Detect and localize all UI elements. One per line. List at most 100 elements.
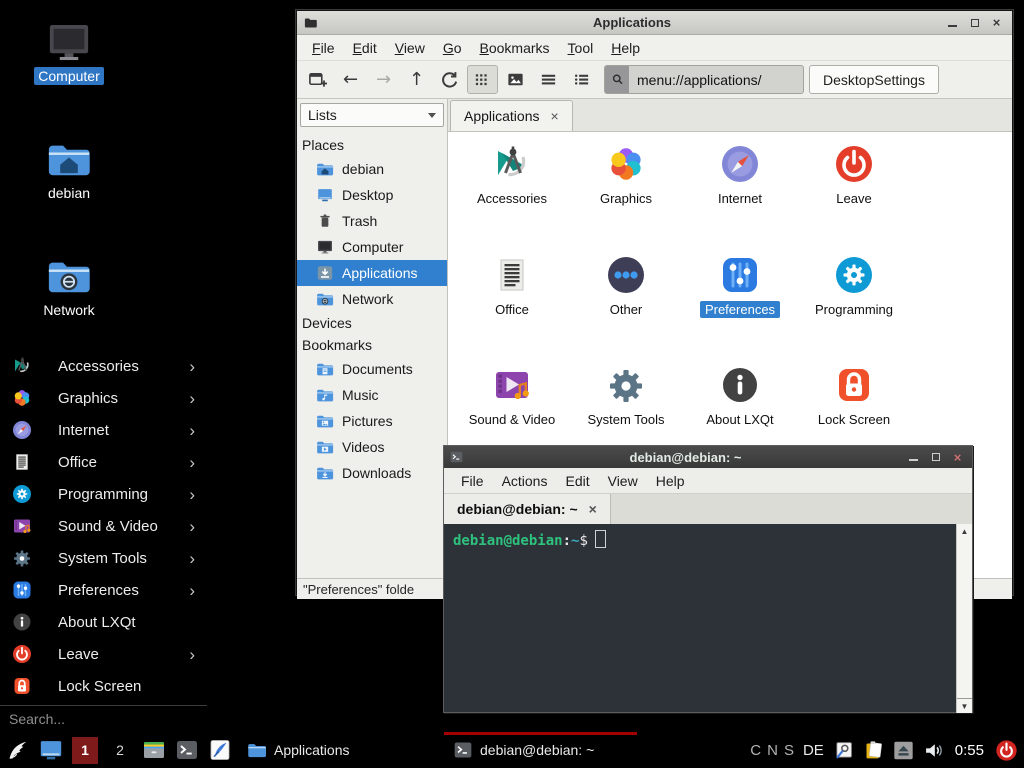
lxqt-logo-icon[interactable] — [6, 738, 30, 762]
menu-file[interactable]: File — [452, 471, 493, 491]
menu-item-lock-screen[interactable]: Lock Screen — [0, 670, 207, 702]
detailed-view-button[interactable] — [566, 65, 597, 94]
category-item-graphics[interactable]: Graphics — [569, 144, 683, 208]
cat-soundvideo-icon — [12, 516, 32, 536]
thumbnail-view-button[interactable] — [500, 65, 531, 94]
sidebar-item-music[interactable]: Music — [297, 382, 447, 408]
back-button[interactable]: ← — [335, 65, 366, 94]
launcher-file-manager-icon[interactable] — [142, 738, 166, 762]
sidebar-item-downloads[interactable]: Downloads — [297, 460, 447, 486]
category-item-office[interactable]: Office — [455, 255, 569, 319]
tray-eject-icon[interactable] — [893, 740, 914, 761]
menu-item-programming[interactable]: Programming› — [0, 478, 207, 510]
menu-bookmarks[interactable]: Bookmarks — [471, 38, 559, 58]
terminal-titlebar[interactable]: debian@debian: ~ × — [444, 446, 972, 468]
category-item-lock-screen[interactable]: Lock Screen — [797, 365, 911, 429]
forward-button[interactable]: → — [368, 65, 399, 94]
terminal-minimize-button[interactable] — [907, 451, 920, 464]
terminal-scrollbar[interactable]: ▲ ▼ — [956, 524, 972, 713]
reload-button[interactable] — [434, 65, 465, 94]
menu-item-internet[interactable]: Internet› — [0, 414, 207, 446]
category-item-label: System Tools — [582, 411, 669, 429]
up-button[interactable]: ↑ — [401, 65, 432, 94]
desktop-settings-button[interactable]: DesktopSettings — [809, 65, 939, 94]
sidebar-item-label: debian — [342, 161, 384, 177]
workspace-1[interactable]: 1 — [72, 737, 98, 764]
tab-applications[interactable]: Applications × — [450, 100, 573, 131]
power-button-icon[interactable] — [995, 739, 1018, 762]
sidebar-item-trash[interactable]: Trash — [297, 208, 447, 234]
menu-edit[interactable]: Edit — [344, 38, 386, 58]
display-icon[interactable] — [39, 738, 63, 762]
icon-view-button[interactable] — [467, 65, 498, 94]
category-item-other[interactable]: Other — [569, 255, 683, 319]
menu-item-graphics[interactable]: Graphics› — [0, 382, 207, 414]
category-item-preferences[interactable]: Preferences — [683, 255, 797, 319]
tray-volume-icon[interactable] — [923, 740, 944, 761]
status-text: "Preferences" folde — [303, 582, 414, 597]
terminal-tab-close-icon[interactable]: × — [589, 502, 597, 516]
sidebar-item-network[interactable]: Network — [297, 286, 447, 312]
menu-actions[interactable]: Actions — [493, 471, 557, 491]
category-item-sound-video[interactable]: Sound & Video — [455, 365, 569, 429]
terminal-screen[interactable]: debian@debian:~$ — [444, 524, 956, 713]
menu-tool[interactable]: Tool — [559, 38, 603, 58]
fm-address-bar[interactable]: menu://applications/ — [604, 65, 804, 94]
task-button-debian-debian[interactable]: debian@debian: ~ — [444, 732, 637, 768]
sidebar-mode-select[interactable]: Lists — [300, 103, 444, 127]
cat-preferences-icon — [720, 255, 760, 295]
menu-file[interactable]: File — [303, 38, 344, 58]
menu-item-leave[interactable]: Leave› — [0, 638, 207, 670]
new-tab-button[interactable] — [302, 65, 333, 94]
desktop-icon-debian[interactable]: debian — [26, 137, 112, 221]
sidebar-item-desktop[interactable]: Desktop — [297, 182, 447, 208]
tab-close-icon[interactable]: × — [551, 109, 559, 123]
sidebar-item-debian[interactable]: debian — [297, 156, 447, 182]
terminal-tab[interactable]: debian@debian: ~ × — [444, 494, 611, 524]
category-item-programming[interactable]: Programming — [797, 255, 911, 319]
compact-view-button[interactable] — [533, 65, 564, 94]
terminal-close-button[interactable]: × — [951, 451, 964, 464]
fm-maximize-button[interactable] — [968, 16, 981, 29]
menu-item-system-tools[interactable]: System Tools› — [0, 542, 207, 574]
menu-item-accessories[interactable]: Accessories› — [0, 350, 207, 382]
desktop-icon-network[interactable]: Network — [26, 254, 112, 338]
menu-go[interactable]: Go — [434, 38, 471, 58]
sidebar-item-computer[interactable]: Computer — [297, 234, 447, 260]
menu-item-preferences[interactable]: Preferences› — [0, 574, 207, 606]
menu-item-office[interactable]: Office› — [0, 446, 207, 478]
clock[interactable]: 0:55 — [955, 742, 984, 759]
menu-help[interactable]: Help — [647, 471, 694, 491]
sidebar-item-applications[interactable]: Applications — [297, 260, 447, 286]
tray-screenshot-icon[interactable] — [833, 740, 854, 761]
category-item-leave[interactable]: Leave — [797, 144, 911, 208]
workspace-2[interactable]: 2 — [107, 737, 133, 764]
fm-close-button[interactable]: × — [990, 16, 1003, 29]
menu-item-sound-video[interactable]: Sound & Video› — [0, 510, 207, 542]
scroll-up-icon[interactable]: ▲ — [957, 524, 972, 538]
category-item-about-lxqt[interactable]: About LXQt — [683, 365, 797, 429]
menu-item-about-lxqt[interactable]: About LXQt — [0, 606, 207, 638]
keyboard-layout[interactable]: DE — [803, 742, 824, 759]
category-item-system-tools[interactable]: System Tools — [569, 365, 683, 429]
menu-view[interactable]: View — [599, 471, 647, 491]
scroll-down-icon[interactable]: ▼ — [957, 698, 972, 713]
sidebar-item-videos[interactable]: Videos — [297, 434, 447, 460]
launcher-qterminal-icon[interactable] — [175, 738, 199, 762]
task-label: debian@debian: ~ — [480, 742, 594, 758]
sidebar-item-pictures[interactable]: Pictures — [297, 408, 447, 434]
fm-titlebar[interactable]: Applications × — [297, 11, 1012, 35]
menu-help[interactable]: Help — [602, 38, 649, 58]
menu-search-input[interactable]: Search... — [0, 705, 207, 732]
category-item-accessories[interactable]: Accessories — [455, 144, 569, 208]
launcher-text-editor-icon[interactable] — [208, 738, 232, 762]
menu-edit[interactable]: Edit — [556, 471, 598, 491]
sidebar-item-documents[interactable]: Documents — [297, 356, 447, 382]
menu-view[interactable]: View — [386, 38, 434, 58]
fm-minimize-button[interactable] — [946, 16, 959, 29]
tray-clipboard-icon[interactable] — [863, 740, 884, 761]
terminal-maximize-button[interactable] — [929, 451, 942, 464]
desktop-icon-computer[interactable]: Computer — [26, 20, 112, 104]
task-button-applications[interactable]: Applications — [238, 732, 438, 768]
category-item-internet[interactable]: Internet — [683, 144, 797, 208]
